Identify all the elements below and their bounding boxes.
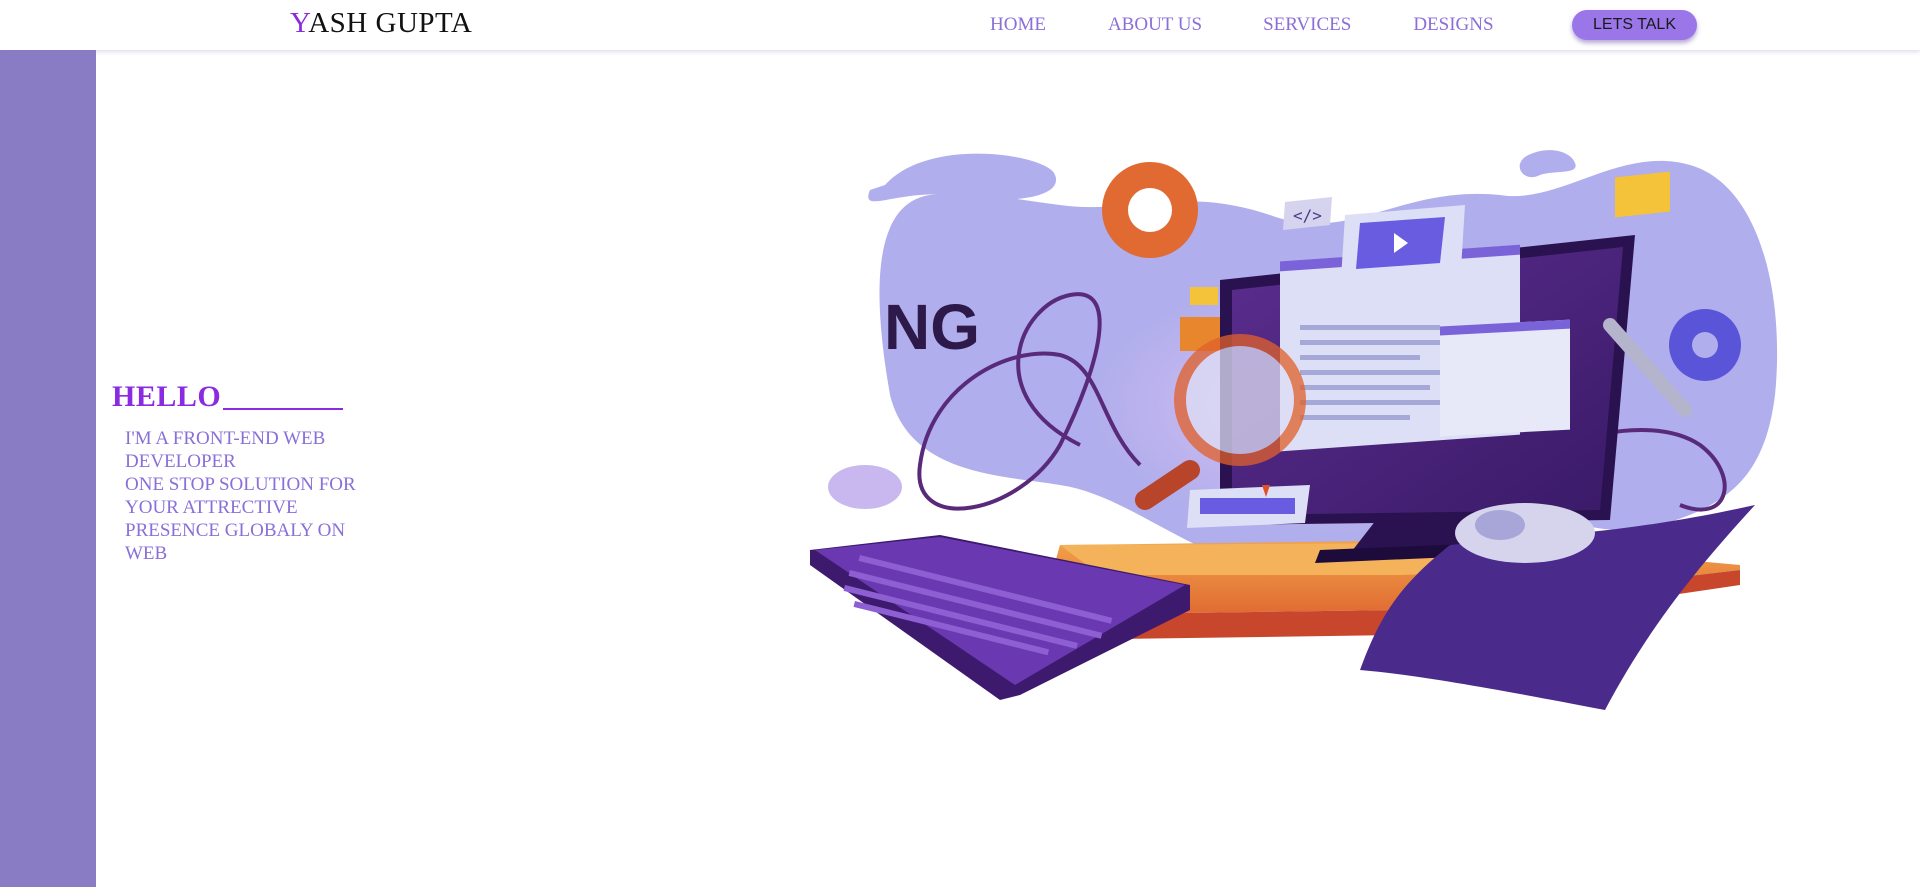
developer-illustration: NG </>: [810, 150, 1778, 710]
mouse-icon: [1455, 503, 1595, 563]
intro-text: I'M A FRONT-END WEB DEVELOPER ONE STOP S…: [125, 427, 380, 565]
lets-talk-button[interactable]: LETS TALK: [1572, 10, 1697, 40]
brand-name: ASH GUPTA: [308, 7, 473, 39]
partial-word: NG: [884, 291, 980, 363]
nav-designs[interactable]: DESIGNS: [1413, 14, 1493, 36]
progress-card: [1187, 485, 1310, 528]
svg-text:</>: </>: [1293, 206, 1322, 225]
intro-line-2: ONE STOP SOLUTION FOR YOUR ATTRECTIVE PR…: [125, 474, 356, 564]
main-nav: HOME ABOUT US SERVICES DESIGNS: [990, 14, 1556, 36]
sidebar: [0, 50, 96, 887]
code-icon: </>: [1283, 197, 1332, 230]
intro-line-1: I'M A FRONT-END WEB DEVELOPER: [125, 428, 326, 472]
nav-about-us[interactable]: ABOUT US: [1108, 14, 1202, 36]
hello-text: HELLO: [112, 380, 222, 413]
hello-underline: [223, 408, 344, 410]
brand-initial: Y: [290, 7, 309, 39]
hero-illustration: NG </>: [800, 145, 1790, 715]
gear-icon: [1102, 162, 1198, 258]
hello-heading: HELLO: [112, 380, 344, 414]
navbar: YASH GUPTA HOME ABOUT US SERVICES DESIGN…: [0, 0, 1920, 50]
nav-services[interactable]: SERVICES: [1263, 14, 1351, 36]
gear-icon-small: [1669, 309, 1741, 381]
nav-home[interactable]: HOME: [990, 14, 1046, 36]
brand-logo[interactable]: YASH GUPTA: [290, 7, 472, 40]
video-card: [1340, 205, 1465, 295]
